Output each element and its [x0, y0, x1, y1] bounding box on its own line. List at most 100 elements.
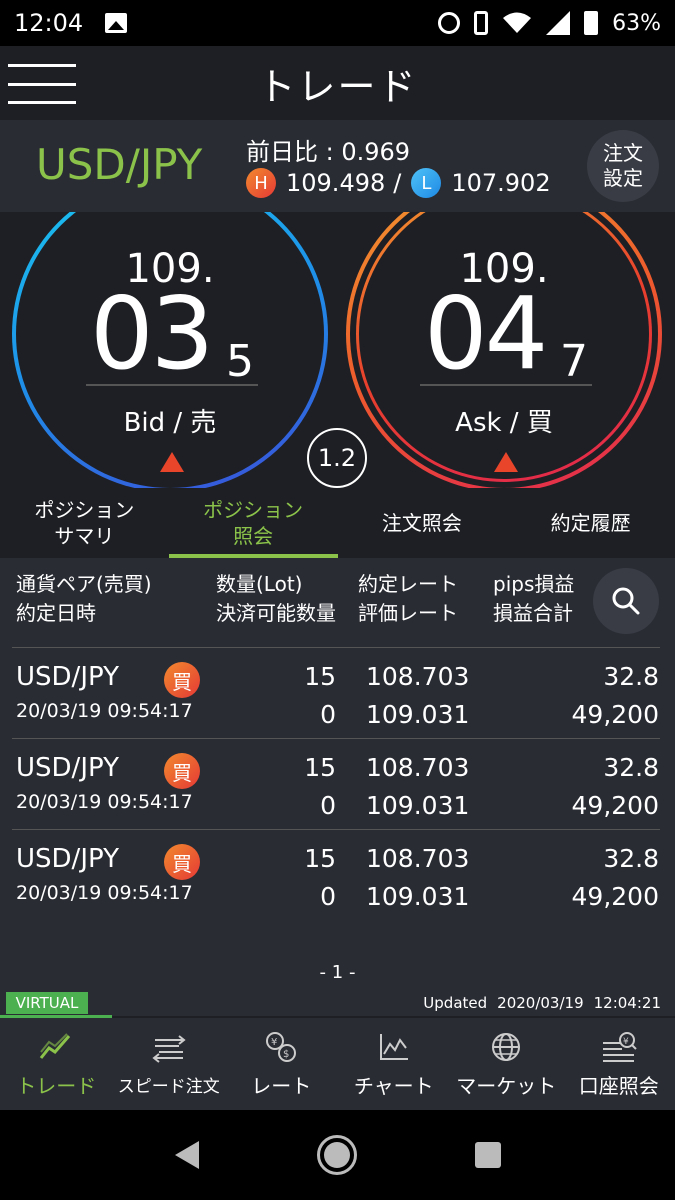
row-date: 20/03/19 09:54:17	[16, 882, 193, 904]
low-badge-icon: L	[411, 168, 442, 198]
updated-label: Updated	[423, 994, 488, 1012]
table-row[interactable]: USD/JPY 買 20/03/19 09:54:17 15 0 108.703…	[0, 648, 675, 738]
nav-label: スピード注文	[117, 1076, 220, 1097]
high-badge-icon: H	[246, 168, 276, 198]
row-eval-rate: 109.031	[366, 791, 470, 820]
bid-sell-button[interactable]: 109. 03 5 Bid / 売	[12, 212, 328, 488]
row-quantity: 15	[304, 753, 336, 782]
back-icon[interactable]	[174, 1141, 199, 1169]
column-label: 通貨ペア(売買)	[16, 572, 152, 596]
svg-text:¥: ¥	[623, 1037, 629, 1047]
tab-label: 注文照会	[381, 511, 462, 535]
position-list: 通貨ペア(売買) 約定日時 数量(Lot) 決済可能数量 約定レート 評価レート…	[0, 558, 675, 1016]
column-header-pl: pips損益 損益合計	[493, 570, 574, 628]
ask-underline	[420, 384, 592, 386]
high-value: 109.498	[286, 169, 386, 197]
ask-pip-digit: 7	[560, 336, 588, 387]
trade-chart-icon	[39, 1030, 73, 1064]
globe-icon	[490, 1030, 522, 1064]
low-value: 107.902	[451, 169, 551, 197]
updated-time: 12:04:21	[593, 994, 661, 1012]
row-pair: USD/JPY	[16, 753, 119, 783]
row-rate: 108.703	[366, 662, 470, 691]
buy-badge-icon: 買	[164, 662, 200, 698]
column-label: 約定日時	[16, 601, 96, 625]
speed-order-icon	[151, 1032, 187, 1066]
image-notification-icon	[105, 13, 128, 33]
ask-up-arrow-icon	[494, 452, 518, 472]
spread-indicator: 1.2	[307, 428, 367, 488]
updated-date: 2020/03/19	[497, 994, 584, 1012]
order-settings-label-1: 注文	[603, 141, 643, 165]
status-time: 12:04	[14, 9, 84, 37]
tab-position-inquiry[interactable]: ポジション 照会	[168, 488, 338, 558]
column-label: 評価レート	[358, 601, 458, 625]
column-label: 約定レート	[358, 572, 458, 596]
svg-text:$: $	[283, 1049, 289, 1060]
nav-chart[interactable]: チャート	[338, 1018, 451, 1110]
search-icon	[612, 587, 640, 615]
page-indicator: - 1 -	[319, 962, 356, 983]
nav-account[interactable]: ¥ 口座照会	[563, 1018, 675, 1110]
row-pips: 32.8	[603, 662, 659, 691]
row-eval-rate: 109.031	[366, 700, 470, 729]
row-eval-rate: 109.031	[366, 882, 470, 911]
day-change: 前日比 : 0.969	[246, 138, 411, 166]
bid-up-arrow-icon	[160, 452, 184, 472]
bid-pip-digit: 5	[226, 336, 254, 387]
android-nav-bar	[0, 1110, 675, 1200]
row-pips: 32.8	[603, 844, 659, 873]
row-quantity: 15	[304, 662, 336, 691]
row-total: 49,200	[571, 700, 659, 729]
nav-market[interactable]: マーケット	[450, 1018, 563, 1110]
tab-label-line2: 照会	[233, 524, 274, 548]
nav-label: マーケット	[456, 1073, 557, 1098]
search-button[interactable]	[593, 568, 659, 634]
table-row[interactable]: USD/JPY 買 20/03/19 09:54:17 15 0 108.703…	[0, 830, 675, 920]
row-quantity: 15	[304, 844, 336, 873]
nav-speed-order[interactable]: スピード注文	[113, 1018, 226, 1110]
ask-main-digits: 04	[424, 275, 548, 392]
row-date: 20/03/19 09:54:17	[16, 791, 193, 813]
column-label: 数量(Lot)	[216, 572, 303, 596]
row-pips: 32.8	[603, 753, 659, 782]
bottom-navigation: トレード スピード注文 ¥ $ レート チャート マーケット ¥ 口座照会	[0, 1018, 675, 1110]
menu-icon[interactable]	[8, 64, 76, 104]
nav-trade[interactable]: トレード	[0, 1018, 113, 1110]
row-total: 49,200	[571, 791, 659, 820]
buy-badge-icon: 買	[164, 844, 200, 880]
battery-percent: 63%	[612, 10, 661, 36]
tab-order-inquiry[interactable]: 注文照会	[338, 488, 507, 558]
tab-label-line1: ポジション	[34, 498, 135, 522]
currency-pair[interactable]: USD/JPY	[36, 140, 202, 189]
signal-icon	[546, 11, 571, 35]
account-icon: ¥	[600, 1030, 638, 1064]
bid-main-digits: 03	[90, 275, 214, 392]
column-label: 決済可能数量	[216, 601, 336, 625]
home-icon[interactable]	[316, 1135, 357, 1175]
row-available: 0	[320, 882, 336, 911]
status-icons: 63%	[438, 11, 661, 36]
row-date: 20/03/19 09:54:17	[16, 700, 193, 722]
quote-area: 109. 03 5 Bid / 売 109. 04 7 Ask / 買 1.2	[0, 212, 675, 488]
updated-timestamp: Updated 2020/03/19 12:04:21	[423, 994, 661, 1012]
nav-rate[interactable]: ¥ $ レート	[225, 1018, 338, 1110]
bid-underline	[86, 384, 258, 386]
page-title: トレード	[257, 64, 418, 109]
row-rate: 108.703	[366, 844, 470, 873]
order-settings-button[interactable]: 注文 設定	[587, 130, 659, 202]
buy-badge-icon: 買	[164, 753, 200, 789]
nav-label: トレード	[16, 1073, 97, 1098]
table-row[interactable]: USD/JPY 買 20/03/19 09:54:17 15 0 108.703…	[0, 739, 675, 829]
row-rate: 108.703	[366, 753, 470, 782]
recents-icon[interactable]	[474, 1142, 501, 1168]
rate-currency-icon: ¥ $	[264, 1030, 298, 1064]
tab-position-summary[interactable]: ポジション サマリ	[0, 488, 169, 558]
column-label: 損益合計	[493, 601, 573, 625]
ask-label: Ask / 買	[455, 408, 553, 438]
tab-execution-history[interactable]: 約定履歴	[506, 488, 675, 558]
row-total: 49,200	[571, 882, 659, 911]
svg-text:¥: ¥	[271, 1037, 277, 1048]
tab-label: 約定履歴	[550, 511, 631, 535]
ask-buy-button[interactable]: 109. 04 7 Ask / 買	[346, 212, 662, 488]
